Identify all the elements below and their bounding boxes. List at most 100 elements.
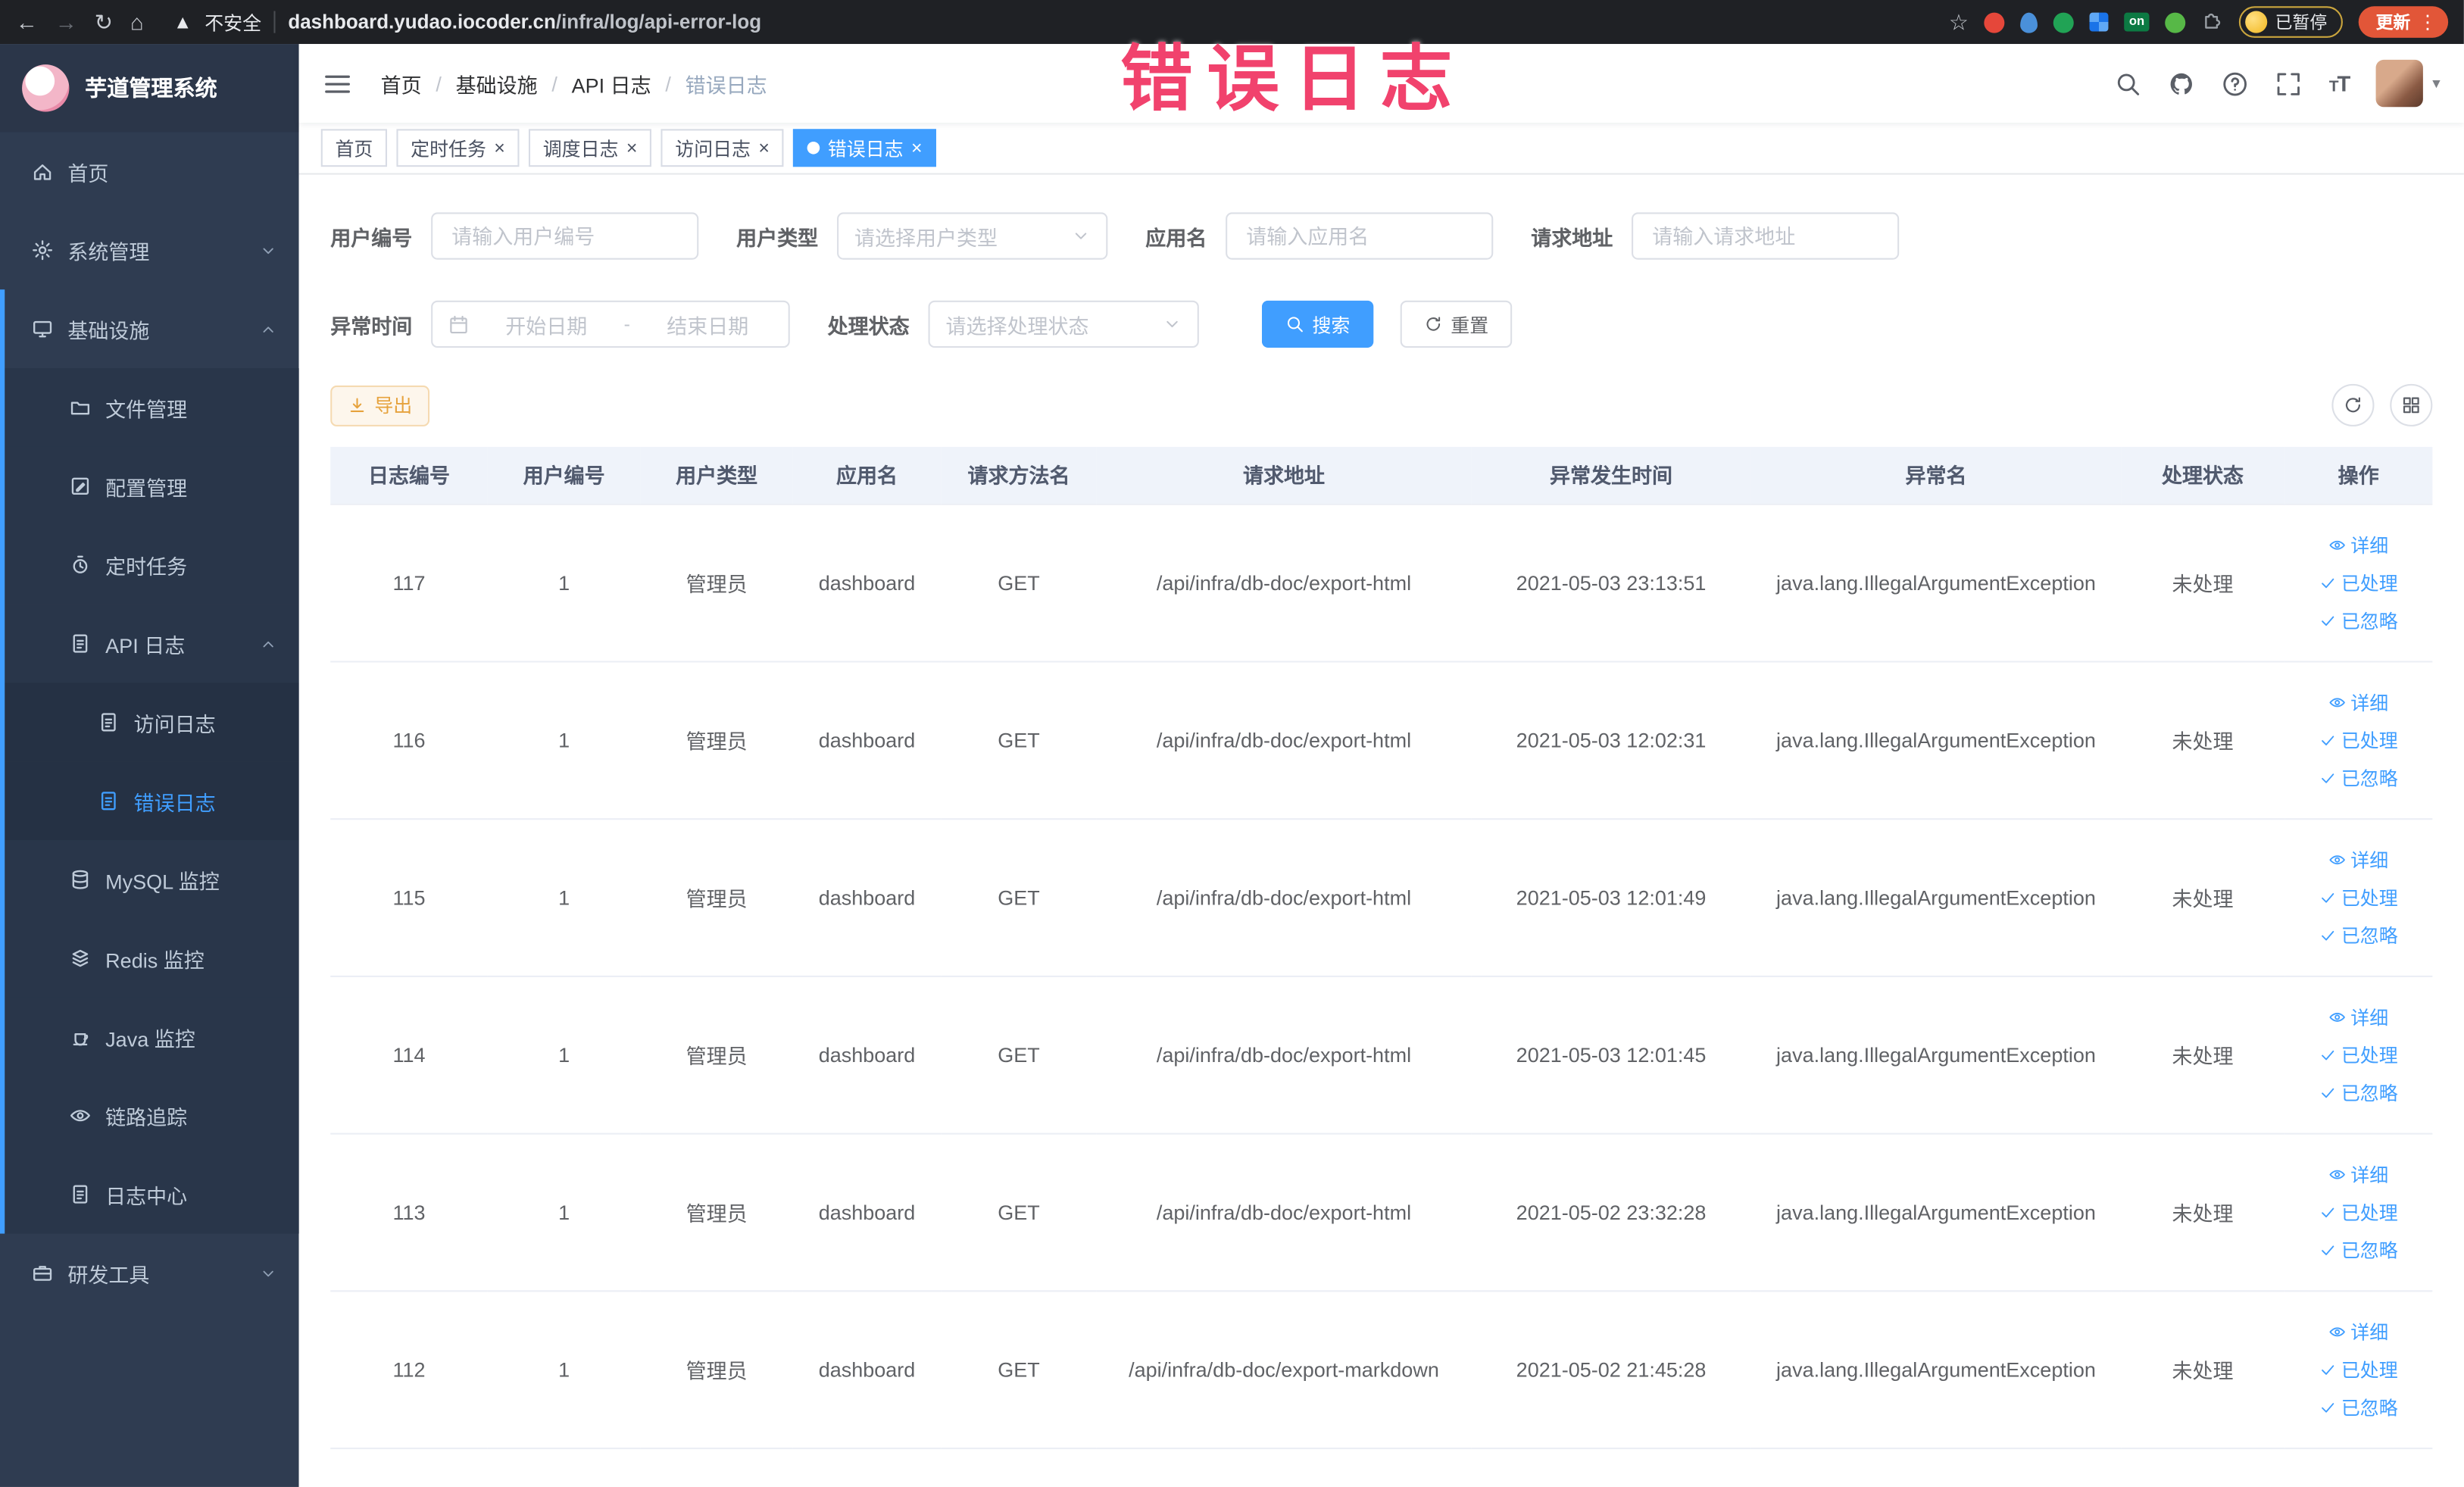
sidebar-item-infrastructure[interactable]: 基础设施 (0, 289, 299, 368)
sidebar-item-redis-monitor[interactable]: Redis 监控 (0, 919, 299, 998)
app-logo[interactable]: 芋道管理系统 (0, 44, 299, 133)
bookmark-star-icon[interactable]: ☆ (1949, 11, 1969, 33)
detail-link[interactable]: 详细 (2328, 531, 2388, 558)
back-icon[interactable]: ← (16, 11, 38, 33)
detail-link[interactable]: 详细 (2328, 845, 2388, 872)
sidebar-item-api-log[interactable]: API 日志 (0, 604, 299, 683)
browser-update-button[interactable]: 更新 ⋮ (2358, 6, 2449, 38)
sidebar-item-dev-tools[interactable]: 研发工具 (0, 1234, 299, 1313)
sidebar-item-label: 文件管理 (105, 397, 188, 421)
tab-scheduled-tasks[interactable]: 定时任务 × (396, 129, 520, 167)
extensions-puzzle-icon[interactable] (2201, 7, 2223, 36)
app-name-input[interactable] (1226, 212, 1494, 260)
green-extension-icon[interactable] (2053, 11, 2075, 33)
column-settings-button[interactable] (2390, 383, 2433, 426)
adblock-extension-icon[interactable] (1984, 11, 2005, 33)
font-size-icon[interactable]: TT (2329, 70, 2350, 95)
close-icon[interactable]: × (626, 139, 638, 158)
detail-link[interactable]: 详细 (2328, 1318, 2388, 1345)
export-button[interactable]: 导出 (330, 384, 430, 426)
detail-link[interactable]: 详细 (2328, 1003, 2388, 1029)
breadcrumb-item[interactable]: API 日志 (572, 68, 651, 98)
vpn-on-extension-icon[interactable]: on (2124, 12, 2150, 32)
sidebar-collapse-icon[interactable] (323, 68, 352, 98)
breadcrumb-item[interactable]: 基础设施 (456, 68, 538, 98)
range-separator: - (623, 313, 630, 336)
mark-ignored-link[interactable]: 已忽略 (2319, 1393, 2398, 1420)
cell-log-id: 113 (330, 1132, 488, 1292)
close-icon[interactable]: × (758, 139, 770, 158)
cell-user-id: 1 (487, 1132, 641, 1292)
sidebar-item-label: 链路追踪 (105, 1105, 188, 1129)
mark-ignored-link[interactable]: 已忽略 (2319, 1236, 2398, 1263)
help-icon[interactable] (2222, 70, 2249, 96)
cell-exception-name: java.lang.IllegalArgumentException (1750, 503, 2122, 662)
mark-processed-link[interactable]: 已处理 (2319, 726, 2398, 753)
sidebar-item-scheduled-tasks[interactable]: 定时任务 (0, 525, 299, 604)
process-status-select[interactable]: 请选择处理状态 (928, 300, 1199, 348)
tab-schedule-log[interactable]: 调度日志 × (529, 129, 652, 167)
refresh-button[interactable] (2331, 383, 2375, 426)
github-icon[interactable] (2169, 70, 2195, 96)
user-id-input[interactable] (431, 212, 699, 260)
sidebar-item-system-management[interactable]: 系统管理 (0, 211, 299, 289)
mark-ignored-link[interactable]: 已忽略 (2319, 764, 2398, 790)
grid-extension-icon[interactable] (2089, 12, 2109, 32)
sidebar-item-mysql-monitor[interactable]: MySQL 监控 (0, 840, 299, 920)
sidebar-item-file-management[interactable]: 文件管理 (0, 368, 299, 447)
mark-processed-link[interactable]: 已处理 (2319, 1041, 2398, 1067)
fullscreen-icon[interactable] (2275, 70, 2302, 96)
detail-link[interactable]: 详细 (2328, 689, 2388, 715)
browser-menu-icon[interactable]: ⋮ (2419, 11, 2437, 33)
action-label: 详细 (2350, 1006, 2389, 1029)
sidebar-item-home[interactable]: 首页 (0, 132, 299, 211)
close-icon[interactable]: × (911, 139, 923, 158)
cell-exception-time: 2021-05-03 23:13:51 (1471, 503, 1751, 662)
leaf-extension-icon[interactable] (2165, 11, 2186, 33)
mark-ignored-link[interactable]: 已忽略 (2319, 607, 2398, 633)
search-button[interactable]: 搜索 (1261, 300, 1374, 348)
tab-error-log[interactable]: 错误日志 × (793, 129, 937, 167)
chevron-down-icon (1163, 314, 1182, 333)
sidebar-item-trace[interactable]: 链路追踪 (0, 1076, 299, 1155)
reload-icon[interactable]: ↻ (95, 11, 113, 33)
cell-exception-time: 2021-05-02 23:32:28 (1471, 1132, 1751, 1292)
security-label[interactable]: 不安全 (205, 8, 261, 35)
cell-method: GET (941, 1132, 1097, 1292)
sidebar-item-label: 日志中心 (105, 1184, 188, 1208)
user-type-select[interactable]: 请选择用户类型 (837, 212, 1108, 260)
close-icon[interactable]: × (494, 139, 505, 158)
reset-button[interactable]: 重置 (1400, 300, 1513, 348)
cell-exception-name: java.lang.IllegalArgumentException (1750, 1132, 2122, 1292)
detail-link[interactable]: 详细 (2328, 1161, 2388, 1187)
mark-processed-link[interactable]: 已处理 (2319, 1198, 2398, 1225)
request-url-input[interactable] (1632, 212, 1900, 260)
date-range-picker[interactable]: 开始日期 - 结束日期 (431, 300, 790, 348)
user-menu[interactable]: ▾ (2375, 59, 2441, 108)
mark-processed-link[interactable]: 已处理 (2319, 883, 2398, 910)
url-domain: dashboard.yudao.iocoder.cn (288, 11, 556, 33)
mark-ignored-link[interactable]: 已忽略 (2319, 1079, 2398, 1105)
sidebar-item-access-log[interactable]: 访问日志 (0, 683, 299, 762)
calendar-icon (448, 314, 469, 334)
browser-home-icon[interactable]: ⌂ (130, 11, 144, 33)
sidebar-item-config-management[interactable]: 配置管理 (0, 446, 299, 526)
drop-extension-icon[interactable] (2020, 11, 2038, 33)
url-text[interactable]: dashboard.yudao.iocoder.cn/infra/log/api… (288, 11, 761, 33)
address-bar[interactable]: ▲ 不安全 dashboard.yudao.iocoder.cn/infra/l… (173, 8, 761, 35)
paused-extension-badge[interactable]: 已暂停 (2238, 6, 2343, 38)
mark-ignored-link[interactable]: 已忽略 (2319, 921, 2398, 948)
search-icon[interactable] (2115, 70, 2141, 96)
breadcrumb-item[interactable]: 首页 (381, 68, 422, 98)
sidebar-item-error-log[interactable]: 错误日志 (0, 761, 299, 841)
sidebar-item-java-monitor[interactable]: Java 监控 (0, 997, 299, 1076)
tab-home[interactable]: 首页 (320, 129, 388, 167)
select-placeholder: 请选择用户类型 (854, 226, 998, 250)
mark-processed-link[interactable]: 已处理 (2319, 569, 2398, 595)
tab-access-log[interactable]: 访问日志 × (661, 129, 784, 167)
forward-icon[interactable]: → (55, 11, 77, 33)
update-label: 更新 (2375, 14, 2411, 33)
sidebar-item-log-center[interactable]: 日志中心 (0, 1154, 299, 1234)
mark-processed-link[interactable]: 已处理 (2319, 1356, 2398, 1382)
filter-label: 异常时间 (330, 314, 413, 338)
